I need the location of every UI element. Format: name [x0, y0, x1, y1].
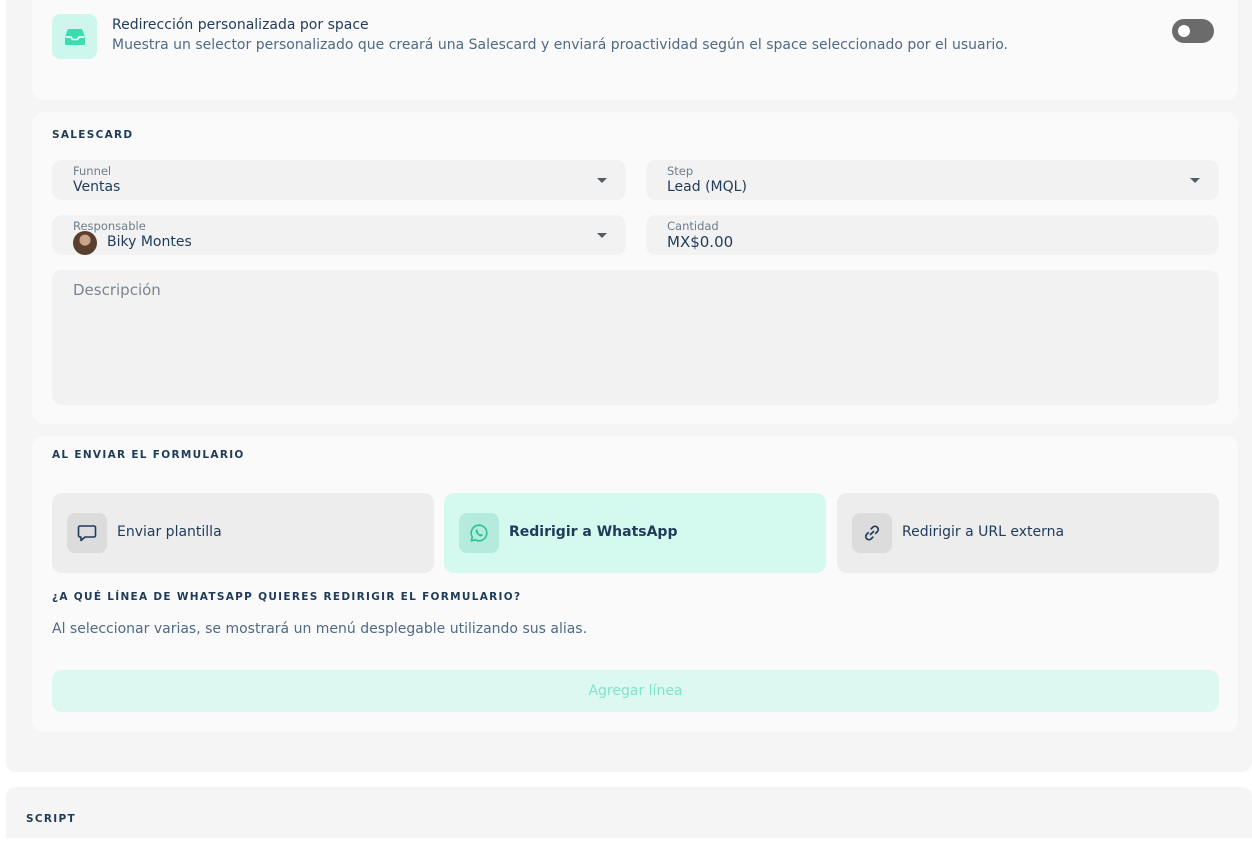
option-redirigir-url[interactable]: Redirigir a URL externa [837, 493, 1219, 573]
chevron-down-icon [1190, 178, 1200, 183]
whatsapp-line-description: Al seleccionar varias, se mostrará un me… [52, 621, 588, 637]
step-label: Step [667, 164, 694, 178]
cantidad-value: MX$0.00 [667, 233, 734, 251]
cantidad-label: Cantidad [667, 219, 719, 233]
add-line-button[interactable]: Agregar línea [52, 670, 1219, 712]
funnel-select[interactable]: Funnel Ventas [52, 160, 626, 200]
responsable-value: Biky Montes [107, 234, 192, 250]
funnel-label: Funnel [73, 164, 112, 178]
script-section-title: SCRIPT [26, 813, 76, 825]
descripcion-textarea[interactable]: Descripción [52, 270, 1219, 405]
step-select[interactable]: Step Lead (MQL) [646, 160, 1219, 200]
whatsapp-line-question: ¿A QUÉ LÍNEA DE WHATSAPP QUIERES REDIRIG… [52, 591, 522, 603]
funnel-value: Ventas [73, 179, 121, 195]
space-redirect-card: Redirección personalizada por space Mues… [32, 0, 1238, 100]
option-redirigir-whatsapp[interactable]: Redirigir a WhatsApp [444, 493, 826, 573]
descripcion-placeholder: Descripción [73, 281, 161, 299]
settings-panel: Redirección personalizada por space Mues… [6, 0, 1252, 772]
on-submit-card: AL ENVIAR EL FORMULARIO Enviar plantilla… [32, 436, 1238, 732]
space-redirect-toggle[interactable] [1172, 19, 1214, 43]
inbox-icon [52, 14, 97, 59]
toggle-knob [1178, 25, 1190, 37]
chevron-down-icon [597, 233, 607, 238]
on-submit-section-title: AL ENVIAR EL FORMULARIO [52, 449, 245, 461]
option-enviar-plantilla[interactable]: Enviar plantilla [52, 493, 434, 573]
space-redirect-title: Redirección personalizada por space [112, 17, 369, 33]
space-redirect-description: Muestra un selector personalizado que cr… [112, 37, 1008, 53]
salescard-card: SALESCARD Funnel Ventas Step Lead (MQL) … [32, 112, 1238, 424]
salescard-section-title: SALESCARD [52, 129, 134, 141]
whatsapp-icon [459, 513, 499, 553]
chat-bubble-icon [67, 513, 107, 553]
link-icon [852, 513, 892, 553]
responsable-select[interactable]: Responsable Biky Montes [52, 215, 626, 255]
option-label: Enviar plantilla [117, 524, 222, 540]
option-label: Redirigir a WhatsApp [509, 524, 678, 540]
step-value: Lead (MQL) [667, 179, 747, 195]
cantidad-field[interactable]: Cantidad MX$0.00 [646, 215, 1219, 255]
script-card: SCRIPT [6, 787, 1252, 838]
chevron-down-icon [597, 178, 607, 183]
avatar [73, 231, 97, 255]
option-label: Redirigir a URL externa [902, 524, 1065, 540]
